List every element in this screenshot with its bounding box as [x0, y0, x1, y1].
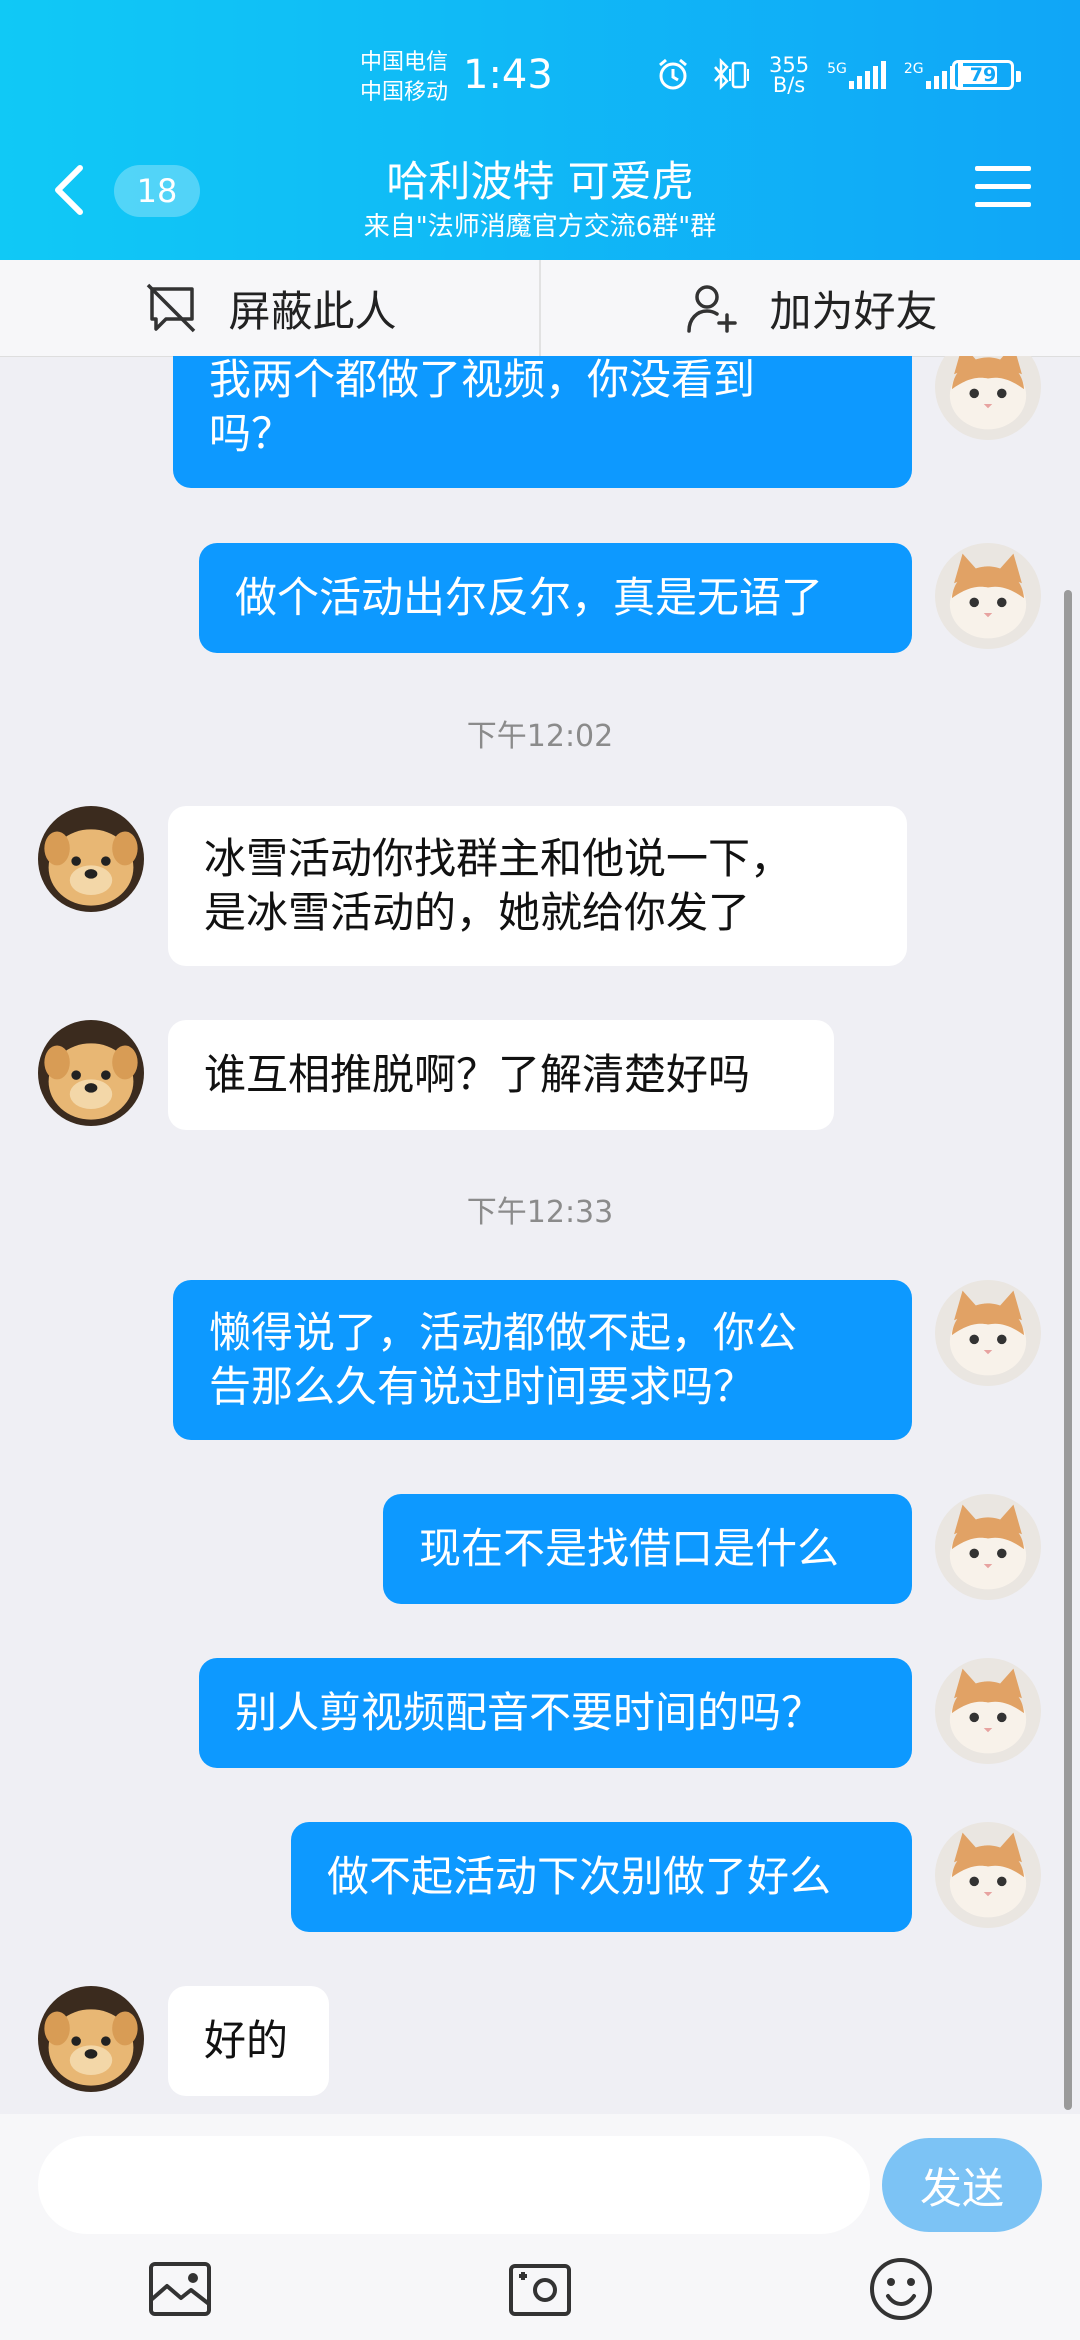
message-line: 懒得说了，活动都做不起，你公 [209, 1308, 798, 1357]
network-speed: 355 B/s [769, 53, 810, 97]
block-user-button[interactable]: 屏蔽此人 [0, 260, 539, 356]
avatar-self[interactable] [935, 1822, 1041, 1928]
message-bubble-sent[interactable]: 别人剪视频配音不要时间的吗？ [199, 1658, 912, 1768]
send-button[interactable]: 发送 [882, 2138, 1042, 2232]
message-line: 是冰雪活动的，她就给你发了 [204, 888, 751, 937]
cat-avatar-icon [935, 356, 1041, 440]
signal-5g: 5G [827, 61, 886, 89]
header-bar: 中国电信 中国移动 1:43 355 B/s 5G 2G 79 18 哈利波特 … [0, 0, 1080, 260]
avatar-other[interactable] [38, 1986, 144, 2092]
dog-avatar-icon [38, 806, 144, 912]
message-bubble-sent[interactable]: 懒得说了，活动都做不起，你公 告那么久有说过时间要求吗？ [173, 1280, 912, 1440]
chat-subtitle: 来自"法师消魔官方交流6群"群 [363, 212, 717, 242]
avatar-other[interactable] [38, 806, 144, 912]
message-line: 别人剪视频配音不要时间的吗？ [235, 1688, 824, 1737]
avatar-self[interactable] [935, 543, 1041, 649]
message-bubble-sent[interactable]: 做不起活动下次别做了好么 [291, 1822, 912, 1932]
cat-avatar-icon [935, 1658, 1041, 1764]
signal-bars-icon [848, 61, 886, 89]
message-bubble-received[interactable]: 好的 [168, 1986, 329, 2096]
menu-button[interactable] [975, 166, 1031, 214]
dog-avatar-icon [38, 1020, 144, 1126]
camera-button[interactable] [505, 2254, 575, 2324]
scrollbar[interactable] [1064, 590, 1072, 2110]
photo-icon [149, 2262, 211, 2316]
photo-button[interactable] [145, 2254, 215, 2324]
block-user-label: 屏蔽此人 [228, 286, 397, 336]
input-bar: 发送 [0, 2114, 1080, 2340]
message-line: 我两个都做了视频，你没看到 [209, 356, 756, 404]
net-speed-value: 355 [769, 53, 810, 77]
message-bubble-received[interactable]: 冰雪活动你找群主和他说一下， 是冰雪活动的，她就给你发了 [168, 806, 907, 966]
emoji-button[interactable] [866, 2254, 936, 2324]
message-bubble-received[interactable]: 谁互相推脱啊？了解清楚好吗 [168, 1020, 834, 1130]
message-line: 告那么久有说过时间要求吗？ [209, 1362, 756, 1411]
signal-5g-label: 5G [827, 61, 847, 77]
alarm-icon [659, 58, 687, 90]
status-carriers: 中国电信 中国移动 [360, 48, 448, 108]
chat-title: 哈利波特 可爱虎 [386, 157, 694, 206]
chat-message-list[interactable]: 我两个都做了视频，你没看到 吗？ 做个活动出尔反尔，真是无语了 下午12:02 … [0, 356, 1080, 2114]
timestamp: 下午12:33 [466, 1195, 614, 1230]
avatar-self[interactable] [935, 1658, 1041, 1764]
avatar-self[interactable] [935, 1280, 1041, 1386]
message-line: 吗？ [209, 409, 294, 458]
message-bubble-sent[interactable]: 做个活动出尔反尔，真是无语了 [199, 543, 912, 653]
emoji-icon [870, 2258, 932, 2320]
add-friend-button[interactable]: 加为好友 [539, 260, 1080, 356]
carrier-2: 中国移动 [360, 80, 449, 105]
cat-avatar-icon [935, 1494, 1041, 1600]
cat-avatar-icon [935, 543, 1041, 649]
avatar-other[interactable] [38, 1020, 144, 1126]
status-icons: 355 B/s 5G 2G [655, 53, 963, 97]
bluetooth-vibrate-icon [714, 57, 749, 91]
message-bubble-sent[interactable]: 现在不是找借口是什么 [383, 1494, 912, 1604]
avatar-self[interactable] [935, 356, 1041, 440]
net-speed-unit: B/s [772, 73, 806, 97]
message-line: 谁互相推脱啊？了解清楚好吗 [204, 1050, 751, 1099]
message-bubble-sent[interactable]: 我两个都做了视频，你没看到 吗？ [173, 356, 912, 488]
message-line: 做个活动出尔反尔，真是无语了 [235, 573, 824, 622]
status-time: 1:43 [463, 52, 553, 98]
signal-2g-label: 2G [903, 61, 924, 77]
hamburger-menu-icon [975, 166, 1031, 207]
camera-icon [509, 2264, 571, 2316]
message-line: 现在不是找借口是什么 [419, 1524, 840, 1573]
cat-avatar-icon [935, 1822, 1041, 1928]
message-line: 冰雪活动你找群主和他说一下， [204, 834, 793, 883]
add-friend-label: 加为好友 [769, 286, 938, 336]
avatar-self[interactable] [935, 1494, 1041, 1600]
message-line: 好的 [204, 2016, 289, 2065]
cat-avatar-icon [935, 1280, 1041, 1386]
add-friend-icon [687, 285, 738, 333]
dog-avatar-icon [38, 1986, 144, 2092]
carrier-1: 中国电信 [360, 50, 449, 75]
timestamp: 下午12:02 [466, 719, 614, 754]
battery-level: 79 [969, 64, 997, 86]
block-user-icon [147, 283, 196, 333]
action-bar: 屏蔽此人 加为好友 [0, 260, 1080, 357]
message-input[interactable] [38, 2136, 870, 2234]
message-line: 做不起活动下次别做了好么 [327, 1852, 832, 1901]
battery-icon: 79 [952, 60, 1021, 90]
